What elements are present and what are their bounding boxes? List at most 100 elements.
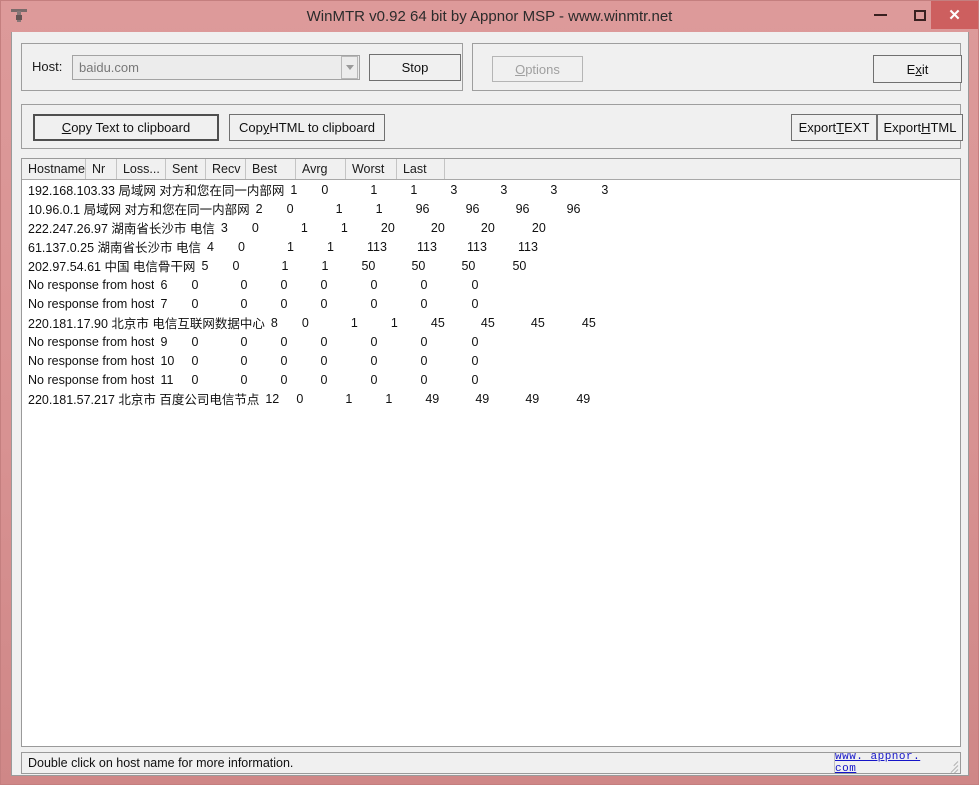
table-header-nr[interactable]: Nr <box>85 159 117 179</box>
table-row[interactable]: No response from host 6 0 0 0 0 0 0 0 <box>22 275 960 294</box>
cell-worst: 113 <box>466 239 487 254</box>
cell-hostname: No response from host <box>28 353 155 368</box>
table-row[interactable]: 222.247.26.97 湖南省长沙市 电信 3 0 1 1 20 20 20 20 <box>22 218 960 237</box>
cell-sent: 1 <box>281 258 289 273</box>
copy-html-label-suffix: HTML to clipboard <box>269 120 376 135</box>
host-panel: Host: baidu.com Stop <box>21 43 463 91</box>
cell-nr: 2 <box>255 201 263 216</box>
cell-sent: 1 <box>300 220 308 235</box>
table-header-avrg[interactable]: Avrg <box>295 159 346 179</box>
cell-recv: 0 <box>280 372 288 387</box>
table-header-last[interactable]: Last <box>396 159 445 179</box>
cell-best: 49 <box>425 391 440 406</box>
cell-nr: 5 <box>201 258 209 273</box>
window-title: WinMTR v0.92 64 bit by Appnor MSP - www.… <box>306 8 673 25</box>
cell-avrg: 0 <box>370 372 378 387</box>
table-row[interactable]: 202.97.54.61 中国 电信骨干网 5 0 1 1 50 50 50 50 <box>22 256 960 275</box>
exit-button[interactable]: Ex it <box>873 55 962 83</box>
cell-loss: 0 <box>232 258 240 273</box>
traceroute-listview[interactable]: Hostname Nr Loss... Sent Recv Best Avrg Worst La… <box>21 158 961 747</box>
minimize-button[interactable] <box>861 1 900 29</box>
export-text-button[interactable]: Export T EXT <box>791 114 877 141</box>
cell-best: 0 <box>320 353 328 368</box>
table-header-worst[interactable]: Worst <box>345 159 397 179</box>
host-combobox[interactable]: baidu.com <box>72 55 360 80</box>
cell-loss: 0 <box>191 372 199 387</box>
table-header-hostname[interactable]: Hostname <box>22 159 86 179</box>
cell-last: 0 <box>471 353 479 368</box>
cell-hostname: 222.247.26.97 湖南省长沙市 电信 <box>28 222 215 236</box>
table-row[interactable]: 10.96.0.1 局域网 对方和您在同一内部网 2 0 1 1 96 96 96 96 <box>22 199 960 218</box>
table-header-recv[interactable]: Recv <box>205 159 246 179</box>
cell-hostname: No response from host <box>28 296 155 311</box>
table-header-tail[interactable] <box>444 159 615 179</box>
cell-best: 113 <box>366 239 387 254</box>
cell-recv: 1 <box>340 220 348 235</box>
cell-best: 45 <box>430 315 445 330</box>
cell-recv: 1 <box>321 258 329 273</box>
minimize-icon <box>874 14 887 16</box>
cell-recv: 1 <box>390 315 398 330</box>
options-label-suffix: ptions <box>525 61 560 77</box>
title-bar: WinMTR v0.92 64 bit by Appnor MSP - www.… <box>1 1 978 32</box>
cell-recv: 1 <box>410 182 418 197</box>
copy-html-label-prefix: Cop <box>238 120 263 135</box>
cell-nr: 12 <box>265 391 280 406</box>
cell-last: 20 <box>531 220 546 235</box>
close-button[interactable]: ✕ <box>931 1 978 29</box>
cell-loss: 0 <box>191 296 199 311</box>
cell-nr: 1 <box>290 182 298 197</box>
cell-worst: 45 <box>530 315 545 330</box>
cell-best: 3 <box>450 182 458 197</box>
cell-avrg: 0 <box>370 334 378 349</box>
cell-worst: 0 <box>420 334 428 349</box>
cell-best: 20 <box>380 220 395 235</box>
cell-loss: 0 <box>191 277 199 292</box>
chevron-down-icon <box>345 65 354 70</box>
stop-button[interactable]: Stop <box>369 54 461 81</box>
export-text-label-prefix: Export <box>798 120 837 135</box>
host-label: Host: <box>32 59 63 74</box>
table-row[interactable]: 220.181.17.90 北京市 电信互联网数据中心 8 0 1 1 45 45 45 45 <box>22 313 960 332</box>
table-row[interactable]: No response from host 7 0 0 0 0 0 0 0 <box>22 294 960 313</box>
cell-last: 3 <box>601 182 609 197</box>
cell-nr: 3 <box>220 220 228 235</box>
cell-loss: 0 <box>237 239 245 254</box>
cell-avrg: 0 <box>370 277 378 292</box>
cell-best: 0 <box>320 277 328 292</box>
table-row[interactable]: 192.168.103.33 局域网 对方和您在同一内部网 1 0 1 1 3 3 3 3 <box>22 180 960 199</box>
table-header-loss[interactable]: Loss... <box>116 159 166 179</box>
cell-avrg: 0 <box>370 353 378 368</box>
table-row[interactable]: 220.181.57.217 北京市 百度公司电信节点 12 0 1 1 49 49 49 49 <box>22 389 960 408</box>
copy-html-to-clipboard-button[interactable]: Cop y HTML to clipboard <box>229 114 385 141</box>
exit-label-prefix: E <box>906 61 916 77</box>
cell-best: 0 <box>320 296 328 311</box>
actions-panel: Options Ex it <box>472 43 962 91</box>
cell-avrg: 45 <box>480 315 495 330</box>
copy-text-label-accel: C <box>61 120 72 135</box>
appnor-website-link[interactable]: www. appnor. com <box>835 751 942 775</box>
host-input[interactable]: baidu.com <box>73 60 341 75</box>
export-html-button[interactable]: Export H TML <box>877 114 963 141</box>
table-row[interactable]: No response from host 11 0 0 0 0 0 0 0 <box>22 370 960 389</box>
cell-best: 0 <box>320 334 328 349</box>
table-row[interactable]: No response from host 10 0 0 0 0 0 0 0 <box>22 351 960 370</box>
cell-avrg: 50 <box>411 258 426 273</box>
cell-hostname: 10.96.0.1 局域网 对方和您在同一内部网 <box>28 203 250 217</box>
export-html-label-prefix: Export <box>883 120 922 135</box>
cell-nr: 4 <box>206 239 214 254</box>
cell-avrg: 96 <box>465 201 480 216</box>
table-header-best[interactable]: Best <box>245 159 296 179</box>
export-text-label-suffix: EXT <box>844 120 870 135</box>
resize-grip-icon[interactable] <box>942 753 960 773</box>
cell-avrg: 113 <box>416 239 437 254</box>
cell-sent: 0 <box>240 277 248 292</box>
copy-text-to-clipboard-button[interactable]: Copy Text to clipboard <box>33 114 219 141</box>
host-dropdown-button[interactable] <box>341 56 358 79</box>
table-header-sent[interactable]: Sent <box>165 159 206 179</box>
options-label-accel: O <box>515 61 526 77</box>
cell-loss: 0 <box>251 220 259 235</box>
table-row[interactable]: No response from host 9 0 0 0 0 0 0 0 <box>22 332 960 351</box>
options-button[interactable]: Options <box>492 56 583 82</box>
table-row[interactable]: 61.137.0.25 湖南省长沙市 电信 4 0 1 1 113 113 113 113 <box>22 237 960 256</box>
